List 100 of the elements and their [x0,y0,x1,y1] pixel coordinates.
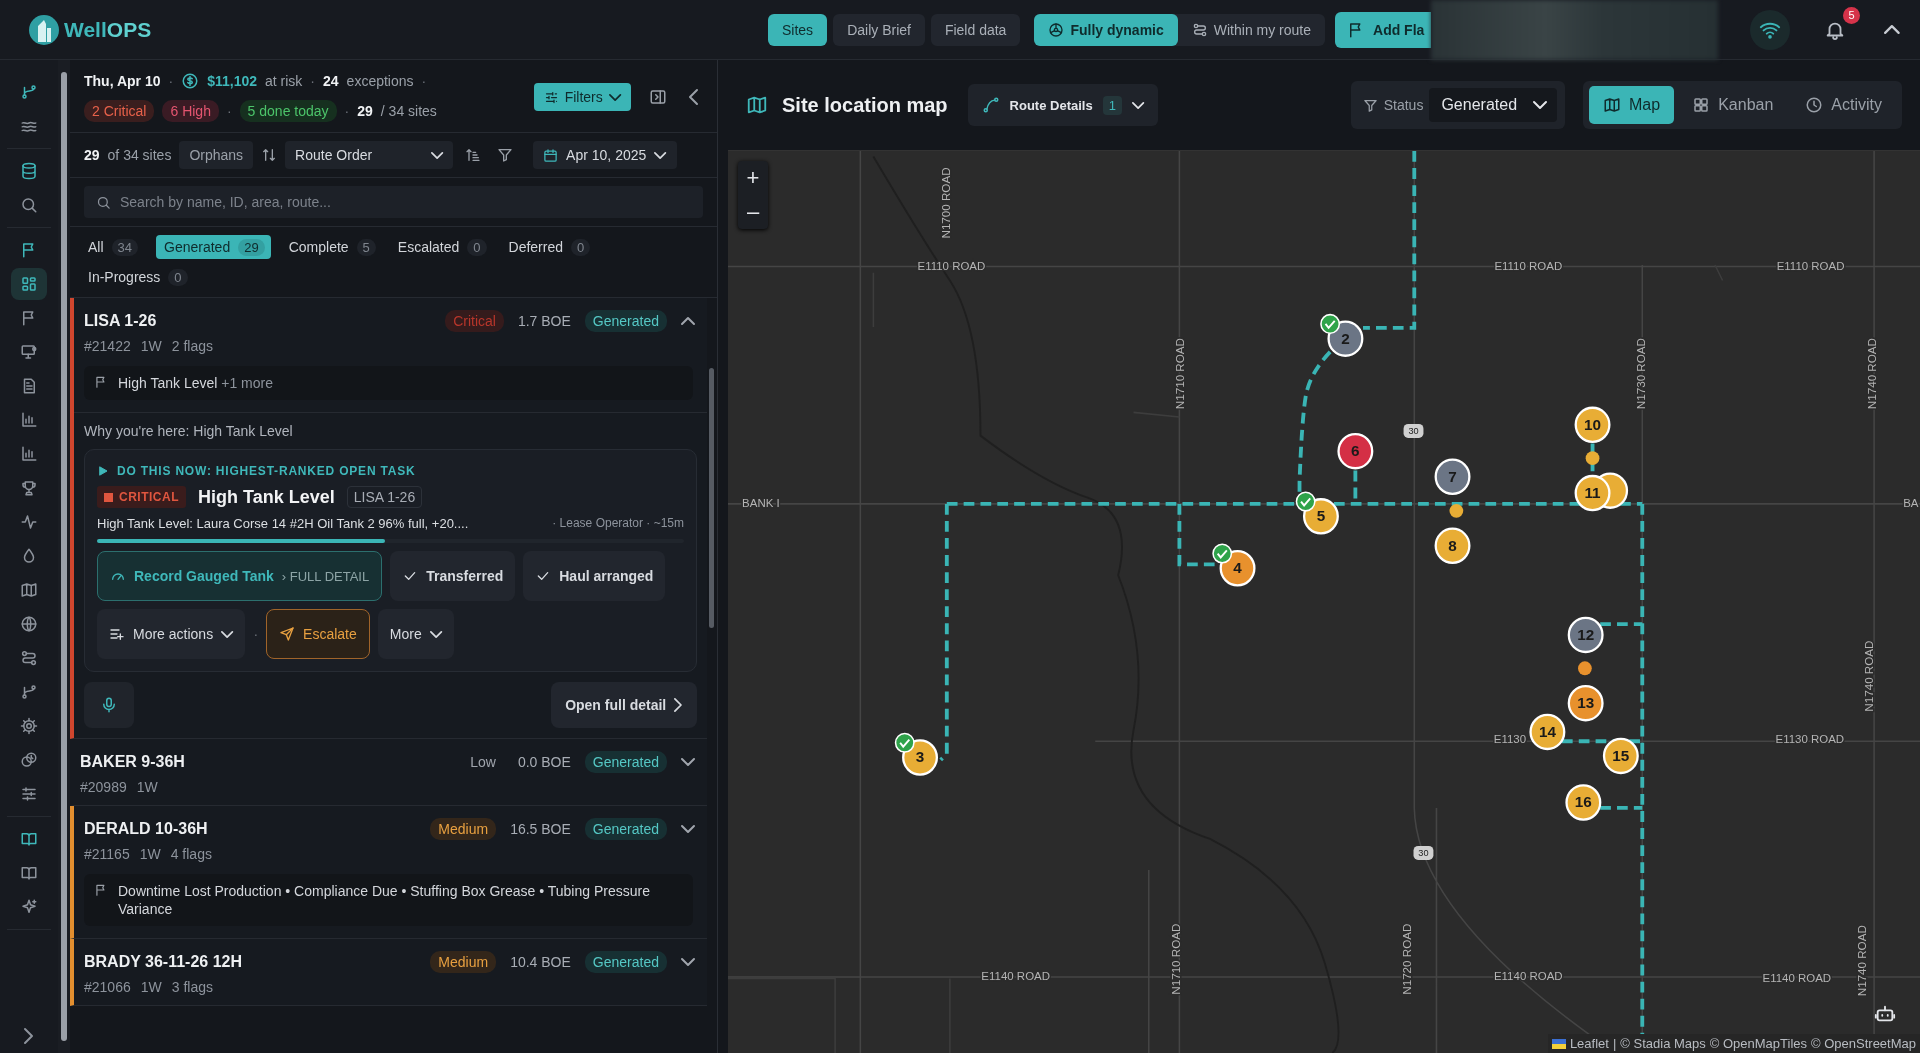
map-marker[interactable]: 13 [1567,685,1604,722]
attribution-link[interactable]: © OpenStreetMap [1811,1036,1916,1051]
date-select[interactable]: Apr 10, 2025 [533,141,677,169]
task-heading: DO THIS NOW: HIGHEST-RANKED OPEN TASK [117,464,416,478]
status-tab[interactable]: Complete 5 [284,235,380,259]
road-label: N1710 ROAD [1174,338,1186,410]
view-tab[interactable]: Map [1589,86,1675,124]
boe-value: 1.7 BOE [517,313,571,329]
map-marker[interactable]: 12 [1567,616,1604,654]
site-number: #21165 [84,846,130,862]
priority-badge: Medium [430,951,497,973]
well-count: 1W [139,846,161,862]
nav-tab[interactable]: Field data [930,13,1021,46]
mode-toggle[interactable]: Within my route [1177,13,1325,46]
more-button[interactable]: More [377,609,454,659]
road-label: E1110 ROAD [1776,260,1845,273]
boe-value: 10.4 BOE [510,954,571,970]
attribution-link[interactable]: © OpenMapTiles [1709,1036,1808,1051]
search-field[interactable]: Search by name, ID, area, route... [84,186,703,218]
task-meta: · Lease Operator · ~15m [552,516,684,531]
summary-pill: 6 High [162,100,219,122]
map-marker[interactable]: 7 [1434,458,1471,495]
well-count: 1W [140,979,162,995]
highway-shield: 30 [1403,424,1424,438]
add-flag-button[interactable]: Add Fla [1335,11,1431,48]
site-number: #21066 [84,979,131,995]
sites-done: 29 [357,103,373,119]
highway-shield: 30 [1413,845,1434,860]
orphans-button[interactable]: Orphans [179,141,254,169]
road-label: N1740 ROAD [1865,338,1878,410]
map-marker[interactable]: 11 [1574,474,1611,512]
status-select[interactable]: Generated [1429,88,1558,122]
more-actions-button[interactable]: More actions [97,609,246,659]
map-marker[interactable]: 8 [1434,527,1471,564]
status-label: Status [1383,97,1424,113]
well-count: 1W [136,779,158,795]
map-marker[interactable]: 14 [1529,713,1566,751]
quick-action-button[interactable]: Haul arranged [523,551,666,601]
quick-action-button[interactable]: Transferred [390,551,516,601]
separator-dot: · [310,73,316,89]
road-label: E1110 ROAD [1494,259,1563,272]
site-card[interactable]: BAKER 9-36H Low 0.0 BOE Generated #20989 1W [70,739,707,806]
status-badge: Generated [584,951,667,973]
nav-tab[interactable]: Daily Brief [833,13,925,46]
road-label: N1700 ROAD [939,167,952,239]
road-label: BANK I [742,496,780,509]
shown-total: of 34 sites [107,147,172,163]
well-count: 1W [140,338,162,354]
risk-amount: $11,102 [207,73,257,89]
road-label: E1140 ROAD [981,970,1050,983]
road-label: N1720 ROAD [1401,923,1414,995]
separator-dot: · [344,103,350,119]
view-tab[interactable]: Kanban [1678,86,1788,124]
map-marker[interactable]: 15 [1602,737,1639,775]
status-tab[interactable]: Generated 29 [156,235,271,259]
filters-button[interactable]: Filters [533,83,631,111]
separator-dot: · [253,626,259,642]
site-name: BAKER 9-36H [80,753,186,771]
flag-text: Downtime Lost Production • Compliance Due • Stuffing Box Grease • Tubing Pressure Variance [118,882,651,918]
status-tab[interactable]: Deferred 0 [504,235,595,259]
map-marker[interactable]: 16 [1565,784,1602,821]
zoom-out-button[interactable]: – [738,195,768,229]
leaflet-link[interactable]: Leaflet [1569,1036,1609,1051]
sort-select[interactable]: Route Order [285,141,454,169]
status-tab[interactable]: In-Progress 0 [84,265,192,289]
separator-dot: · [168,73,174,89]
route-details-button[interactable]: Route Details 1 [967,84,1159,126]
priority-badge: Medium [430,818,497,840]
site-card[interactable]: DERALD 10-36H Medium 16.5 BOE Generated #21165 1W 4 flags Downtime Lost Production • Compliance Due • Stuffing Box Grease • Tubing Pressure Variance [70,806,707,939]
priority-label: Low [469,753,497,772]
site-card[interactable]: BRADY 36-11-26 12H Medium 10.4 BOE Generated #21066 1W 3 flags [70,939,707,1006]
attribution-link[interactable]: © Stadia Maps [1620,1036,1706,1051]
record-button[interactable]: Record Gauged Tank › FULL DETAIL [97,551,383,601]
view-tab[interactable]: Activity [1791,86,1896,124]
road-label: E1110 ROAD [917,259,986,272]
status-badge: Generated [584,751,667,773]
attribution-separator: | [1612,1036,1617,1051]
road-label: BA [1903,496,1919,509]
status-tab[interactable]: All 34 [84,235,143,259]
site-name: DERALD 10-36H [84,820,209,838]
shown-count: 29 [84,147,100,163]
status-badge: Generated [584,818,667,840]
site-name: BRADY 36-11-26 12H [84,953,243,971]
flag-count: 3 flags [171,979,213,995]
reason-text: Why you're here: High Tank Level [84,423,294,439]
map-marker[interactable]: 10 [1574,406,1611,443]
summary-pill: 5 done today [239,100,337,122]
status-tab[interactable]: Escalated 0 [393,235,491,259]
site-number: #21422 [84,338,131,354]
zoom-in-button[interactable]: + [738,161,768,195]
road-label: N1740 ROAD [1855,925,1868,997]
mode-toggle[interactable]: Fully dynamic [1034,13,1178,46]
task-title: High Tank Level [198,486,335,508]
open-detail-button[interactable]: Open full detail [551,682,697,728]
flag-count: 4 flags [170,846,212,862]
road-label: E1140 ROAD [1762,971,1832,984]
nav-tab[interactable]: Sites [768,13,828,46]
map-marker[interactable]: 6 [1337,432,1374,470]
escalate-button[interactable]: Escalate [266,609,370,659]
road-label: E1130 [1493,733,1527,746]
